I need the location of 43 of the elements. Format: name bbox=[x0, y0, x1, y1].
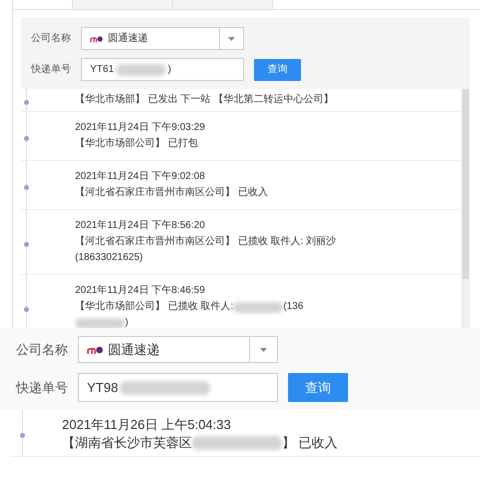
event-text: 【湖南省长沙市芙蓉区 bbox=[62, 434, 192, 452]
company-select[interactable]: 圆通速递 bbox=[78, 336, 278, 363]
timeline-line bbox=[22, 410, 23, 456]
event-time: 2021年11月24日 下午9:02:08 bbox=[75, 170, 206, 184]
logo-icon bbox=[87, 344, 103, 354]
event-text: 【河北省石家庄市晋州市南区公司】 已收入 bbox=[75, 186, 268, 200]
event-time: 2021年11月24日 下午8:56:20 bbox=[75, 219, 206, 233]
redaction-blur bbox=[233, 302, 284, 312]
timeline-dot bbox=[24, 242, 29, 247]
logo-icon bbox=[90, 34, 103, 42]
field-label: 公司名称 bbox=[31, 32, 71, 46]
select-value: 圆通速递 bbox=[108, 340, 160, 359]
event-text: 】 已收入 bbox=[282, 434, 338, 452]
tab[interactable] bbox=[73, 0, 173, 9]
redaction-blur bbox=[116, 64, 166, 76]
field-value: YT98 bbox=[87, 378, 118, 397]
event-text: 【华北市场部】 已发出 下一站 【华北第二转运中心公司】 bbox=[75, 92, 334, 107]
timeline-dot bbox=[24, 136, 29, 141]
field-label: 公司名称 bbox=[16, 340, 68, 359]
timeline-dot bbox=[24, 307, 29, 312]
event-time: 2021年11月24日 下午9:03:29 bbox=[75, 121, 205, 135]
field-value: YT61 bbox=[90, 63, 114, 77]
tracking-number-field[interactable]: YT98 bbox=[78, 373, 278, 402]
caret-icon bbox=[228, 36, 235, 40]
field-label: 快递单号 bbox=[31, 62, 71, 77]
timeline-dot bbox=[24, 100, 29, 105]
event-text: (136 bbox=[283, 300, 304, 314]
company-select[interactable]: 圆通速递 bbox=[81, 27, 244, 50]
tab[interactable] bbox=[173, 0, 273, 9]
field-value: ) bbox=[168, 63, 172, 77]
caret-icon bbox=[260, 348, 267, 352]
event-text: 【华北市场部公司】 已打包 bbox=[75, 136, 199, 151]
event-text: 【华北市场部公司】 已揽收 取件人: bbox=[75, 300, 234, 314]
redaction-blur bbox=[75, 318, 125, 328]
event-text: ) bbox=[125, 316, 128, 328]
select-value: 圆通速递 bbox=[108, 32, 148, 46]
tracking-number-field[interactable]: YT61 ) bbox=[81, 58, 244, 81]
timeline-dot bbox=[24, 185, 29, 190]
event-text: 【河北省石家庄市晋州市南区公司】 已揽收 取件人: 刘丽沙(18633021625) bbox=[75, 234, 338, 265]
event-time: 2021年11月24日 下午8:46:59 bbox=[75, 284, 206, 298]
field-label: 快递单号 bbox=[16, 378, 68, 397]
timeline-dot bbox=[20, 433, 25, 438]
event-time: 2021年11月26日 上午5:04:33 bbox=[62, 416, 232, 434]
